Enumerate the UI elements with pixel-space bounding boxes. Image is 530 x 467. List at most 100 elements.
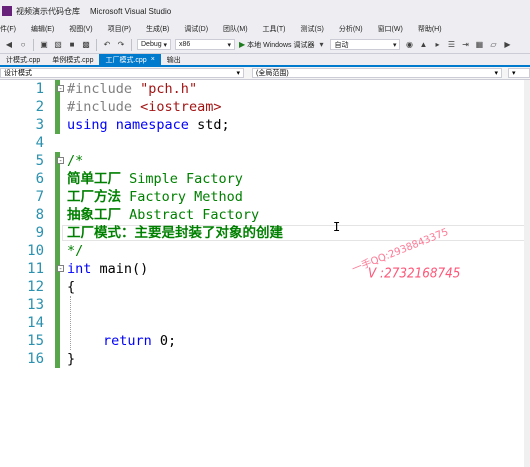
chevron-down-icon: ▾: [512, 70, 516, 77]
chevron-down-icon: ▾: [227, 41, 231, 49]
string-literal: <iostream>: [140, 99, 222, 115]
text-cursor-icon: I: [333, 220, 341, 234]
code-line-1: #include "pch.h": [67, 80, 197, 98]
menu-item-test[interactable]: 测试(S): [301, 24, 324, 34]
undo-icon[interactable]: ↶: [102, 40, 112, 50]
member-select[interactable]: ▾: [508, 68, 530, 78]
chevron-down-icon[interactable]: ▾: [316, 40, 326, 50]
indent-icon[interactable]: ⇥: [460, 40, 470, 50]
chevron-down-icon: ▾: [494, 70, 498, 77]
forward-icon[interactable]: ○: [18, 40, 28, 50]
global-scope-select[interactable]: (全局范围) ▾: [252, 68, 502, 78]
menu-item-project[interactable]: 项目(P): [108, 24, 131, 34]
back-icon[interactable]: ◀: [4, 40, 14, 50]
line-number: 16: [27, 351, 44, 367]
comment: /*: [67, 153, 84, 169]
menu-item-analyze[interactable]: 分析(N): [339, 24, 363, 34]
vertical-scrollbar[interactable]: [524, 80, 530, 467]
menu-item-view[interactable]: 视图(V): [69, 24, 92, 34]
tab-design-mode[interactable]: 计模式.cpp: [0, 54, 46, 65]
comment-cjk: 抽象工厂: [67, 207, 121, 223]
auto-select[interactable]: 自动 ▾: [330, 39, 401, 50]
line-number: 15: [27, 333, 44, 349]
comment-icon[interactable]: ▦: [474, 40, 484, 50]
saved-change-bar: [55, 152, 60, 368]
bookmark-icon[interactable]: ▱: [488, 40, 498, 50]
code-editor[interactable]: 1 2 3 4 5 6 7 8 9 10 11 12 13 14 15 16 -…: [0, 80, 530, 467]
chevron-down-icon: ▾: [392, 41, 397, 49]
comment: */: [67, 243, 84, 259]
config-value: Debug: [141, 41, 162, 48]
platform-value: x86: [179, 41, 191, 48]
tab-factory[interactable]: 工厂模式.cpp ×: [99, 54, 161, 65]
close-icon[interactable]: ×: [151, 56, 155, 63]
redo-icon[interactable]: ↷: [116, 40, 126, 50]
menu-item-debug[interactable]: 调试(D): [184, 24, 208, 34]
toolbar-separator: [96, 38, 97, 51]
comment: Abstract Factory: [121, 207, 260, 223]
line-number: 13: [27, 297, 44, 313]
menu-item-window[interactable]: 窗口(W): [378, 24, 403, 34]
collapse-toggle-icon[interactable]: -: [57, 85, 64, 93]
code-text: {: [67, 279, 76, 295]
code-line-15: return 0;: [103, 332, 176, 350]
watermark-wx: V :2732168745: [368, 265, 461, 281]
run-debugger-button[interactable]: 本地 Windows 调试器: [247, 40, 314, 50]
chevron-down-icon: ▾: [163, 41, 167, 49]
line-number: 10: [27, 243, 44, 259]
menu-item-edit[interactable]: 编辑(E): [31, 24, 54, 34]
code-line-7: 工厂方法 Factory Method: [67, 188, 243, 206]
app-title: Microsoft Visual Studio: [90, 6, 172, 16]
open-folder-icon[interactable]: ▧: [53, 40, 63, 50]
collapse-toggle-icon[interactable]: -: [57, 157, 64, 165]
code-line-3: using namespace std;: [67, 116, 230, 134]
tab-output[interactable]: 输出: [161, 54, 187, 65]
menu-item-build[interactable]: 生成(B): [146, 24, 169, 34]
play-icon[interactable]: ▶: [239, 40, 245, 49]
keyword: namespace: [115, 117, 189, 133]
preprocessor-directive: #include: [67, 99, 133, 115]
comment-cjk: 工厂方法: [67, 189, 121, 205]
config-select[interactable]: Debug ▾: [137, 39, 171, 50]
chevron-down-icon: ▾: [236, 70, 240, 77]
code-text: main(): [91, 261, 149, 277]
collapse-toggle-icon[interactable]: -: [57, 265, 64, 273]
comment-cjk: 简单工厂: [67, 171, 121, 187]
format-icon[interactable]: ☰: [446, 40, 456, 50]
tab-singleton[interactable]: 单例模式.cpp: [46, 54, 99, 65]
save-icon[interactable]: ■: [67, 40, 77, 50]
new-project-icon[interactable]: ▣: [39, 40, 49, 50]
save-all-icon[interactable]: ▩: [81, 40, 91, 50]
nav-icon[interactable]: ▶: [502, 40, 512, 50]
line-number: 6: [35, 171, 44, 187]
menu-item-help[interactable]: 帮助(H): [418, 24, 442, 34]
preprocessor-directive: #include: [67, 81, 133, 97]
toolbar-separator: [33, 38, 34, 51]
code-text: std;: [188, 117, 230, 133]
comment: Simple Factory: [121, 171, 243, 187]
menu-item-file[interactable]: 件(F): [0, 24, 16, 34]
platform-select[interactable]: x86 ▾: [175, 39, 235, 50]
paint-icon[interactable]: ▲: [418, 40, 428, 50]
breakpoint-icon[interactable]: ◉: [404, 40, 414, 50]
code-line-6: 简单工厂 Simple Factory: [67, 170, 243, 188]
project-title: 视频演示代码仓库: [16, 6, 80, 16]
line-number: 12: [27, 279, 44, 295]
indent-guide: [70, 296, 71, 350]
comment: Factory Method: [121, 189, 243, 205]
code-line-2: #include <iostream>: [67, 98, 221, 116]
code-line-11: int main(): [67, 260, 148, 278]
code-line-9: 工厂模式：主要是封装了对象的创建: [67, 224, 283, 242]
line-number: 1: [35, 81, 44, 97]
code-line-16: }: [67, 350, 75, 368]
document-tabs: 计模式.cpp 单例模式.cpp 工厂模式.cpp × 输出: [0, 54, 530, 67]
tab-factory-label: 工厂模式.cpp: [105, 56, 147, 64]
menu-bar: 件(F) 编辑(E) 视图(V) 项目(P) 生成(B) 调试(D) 团队(M)…: [0, 22, 530, 36]
code-text: }: [67, 351, 76, 367]
line-number: 3: [35, 117, 44, 133]
line-number: 8: [35, 207, 44, 223]
menu-item-team[interactable]: 团队(M): [223, 24, 248, 34]
project-scope-select[interactable]: 设计模式 ▾: [0, 68, 244, 78]
menu-item-tools[interactable]: 工具(T): [263, 24, 286, 34]
step-icon[interactable]: ▸: [432, 40, 442, 50]
